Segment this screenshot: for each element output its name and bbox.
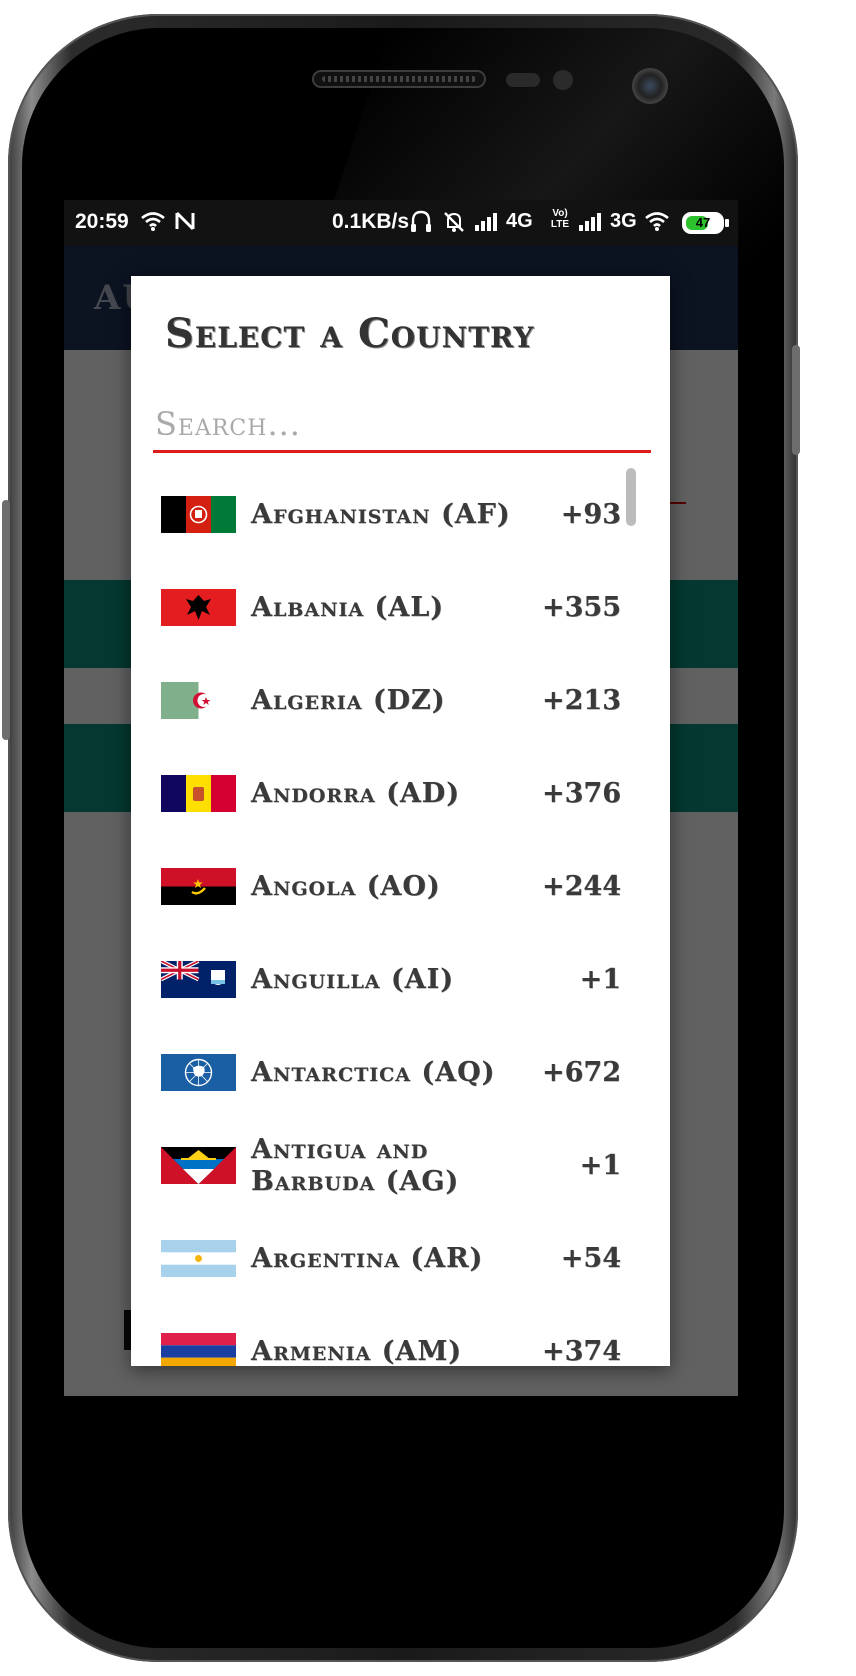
light-sensor [553,70,573,90]
country-row-armenia[interactable]: Armenia (AM) +374 [131,1305,651,1366]
andorra-flag [161,775,236,812]
country-name: Angola (AO) [251,870,441,902]
country-dial-code: +376 [542,778,621,809]
phone-screen: 20:59 0.1KB/s 4G Vo) LTE 3G 47 Select a … [64,200,738,1396]
armenia-flag [161,1333,236,1366]
wifi-signal-icon [645,212,669,231]
country-dial-code: +93 [560,499,621,530]
country-name: Algeria (DZ) [251,684,446,716]
argentina-flag [161,1240,236,1277]
status-time: 20:59 [75,210,129,233]
network-speed: 0.1KB/s [332,210,410,233]
proximity-sensor [506,73,540,87]
power-button [792,345,800,455]
country-dial-code: +1 [579,964,621,995]
country-name: Andorra (AD) [251,777,460,809]
country-name: Anguilla (AI) [251,963,454,995]
country-row-andorra[interactable]: Andorra (AD) +376 [131,747,651,840]
country-row-algeria[interactable]: Algeria (DZ) +213 [131,654,651,747]
sim1-type: 4G [506,210,533,232]
country-name: Argentina (AR) [251,1242,484,1274]
country-row-argentina[interactable]: Argentina (AR) +54 [131,1212,651,1305]
battery-icon: 47 [682,212,729,234]
volume-button [2,500,10,740]
country-row-antarctica[interactable]: Antarctica (AQ) +672 [131,1026,651,1119]
country-dial-code: +355 [542,592,621,623]
country-name: Albania (AL) [251,591,444,623]
signal-sim2-icon [579,213,601,231]
country-dial-code: +244 [542,871,621,902]
earpiece-speaker [312,70,486,88]
antarctica-flag [161,1054,236,1091]
country-row-anguilla[interactable]: Anguilla (AI) +1 [131,933,651,1026]
country-row-antigua-barbuda[interactable]: Antigua and Barbuda (AG) +1 [131,1119,651,1212]
sim2-type: 3G [610,210,637,232]
country-name: Antarctica (AQ) [251,1056,496,1088]
signal-sim1-icon [475,213,497,231]
country-name: Antigua and Barbuda (AG) [251,1133,460,1197]
wifi-icon [141,212,165,231]
dialog-title: Select a Country [165,310,535,357]
battery-percent: 47 [695,215,711,230]
anguilla-flag [161,961,236,998]
volte-label: Vo) LTE [550,208,570,230]
country-row-afghanistan[interactable]: Afghanistan (AF) +93 [131,468,651,561]
country-picker-dialog: Select a Country Afghanistan (AF) +93 Al… [131,276,670,1366]
angola-flag [161,868,236,905]
country-dial-code: +1 [579,1150,621,1181]
antigua-barbuda-flag [161,1147,236,1184]
status-bar: 20:59 0.1KB/s 4G Vo) LTE 3G 47 [64,200,738,246]
search-input[interactable] [153,398,651,453]
country-name: Afghanistan (AF) [251,498,511,530]
algeria-flag [161,682,236,719]
headphones-icon [411,210,431,232]
albania-flag [161,589,236,626]
country-dial-code: +374 [542,1336,621,1366]
bell-muted-icon [444,212,464,232]
front-camera [632,68,668,104]
country-row-angola[interactable]: Angola (AO) +244 [131,840,651,933]
country-row-albania[interactable]: Albania (AL) +355 [131,561,651,654]
nfc-icon [175,211,195,231]
country-dial-code: +213 [542,685,621,716]
country-name: Armenia (AM) [251,1335,463,1367]
afghanistan-flag [161,496,236,533]
country-dial-code: +54 [560,1243,621,1274]
country-dial-code: +672 [542,1057,621,1088]
